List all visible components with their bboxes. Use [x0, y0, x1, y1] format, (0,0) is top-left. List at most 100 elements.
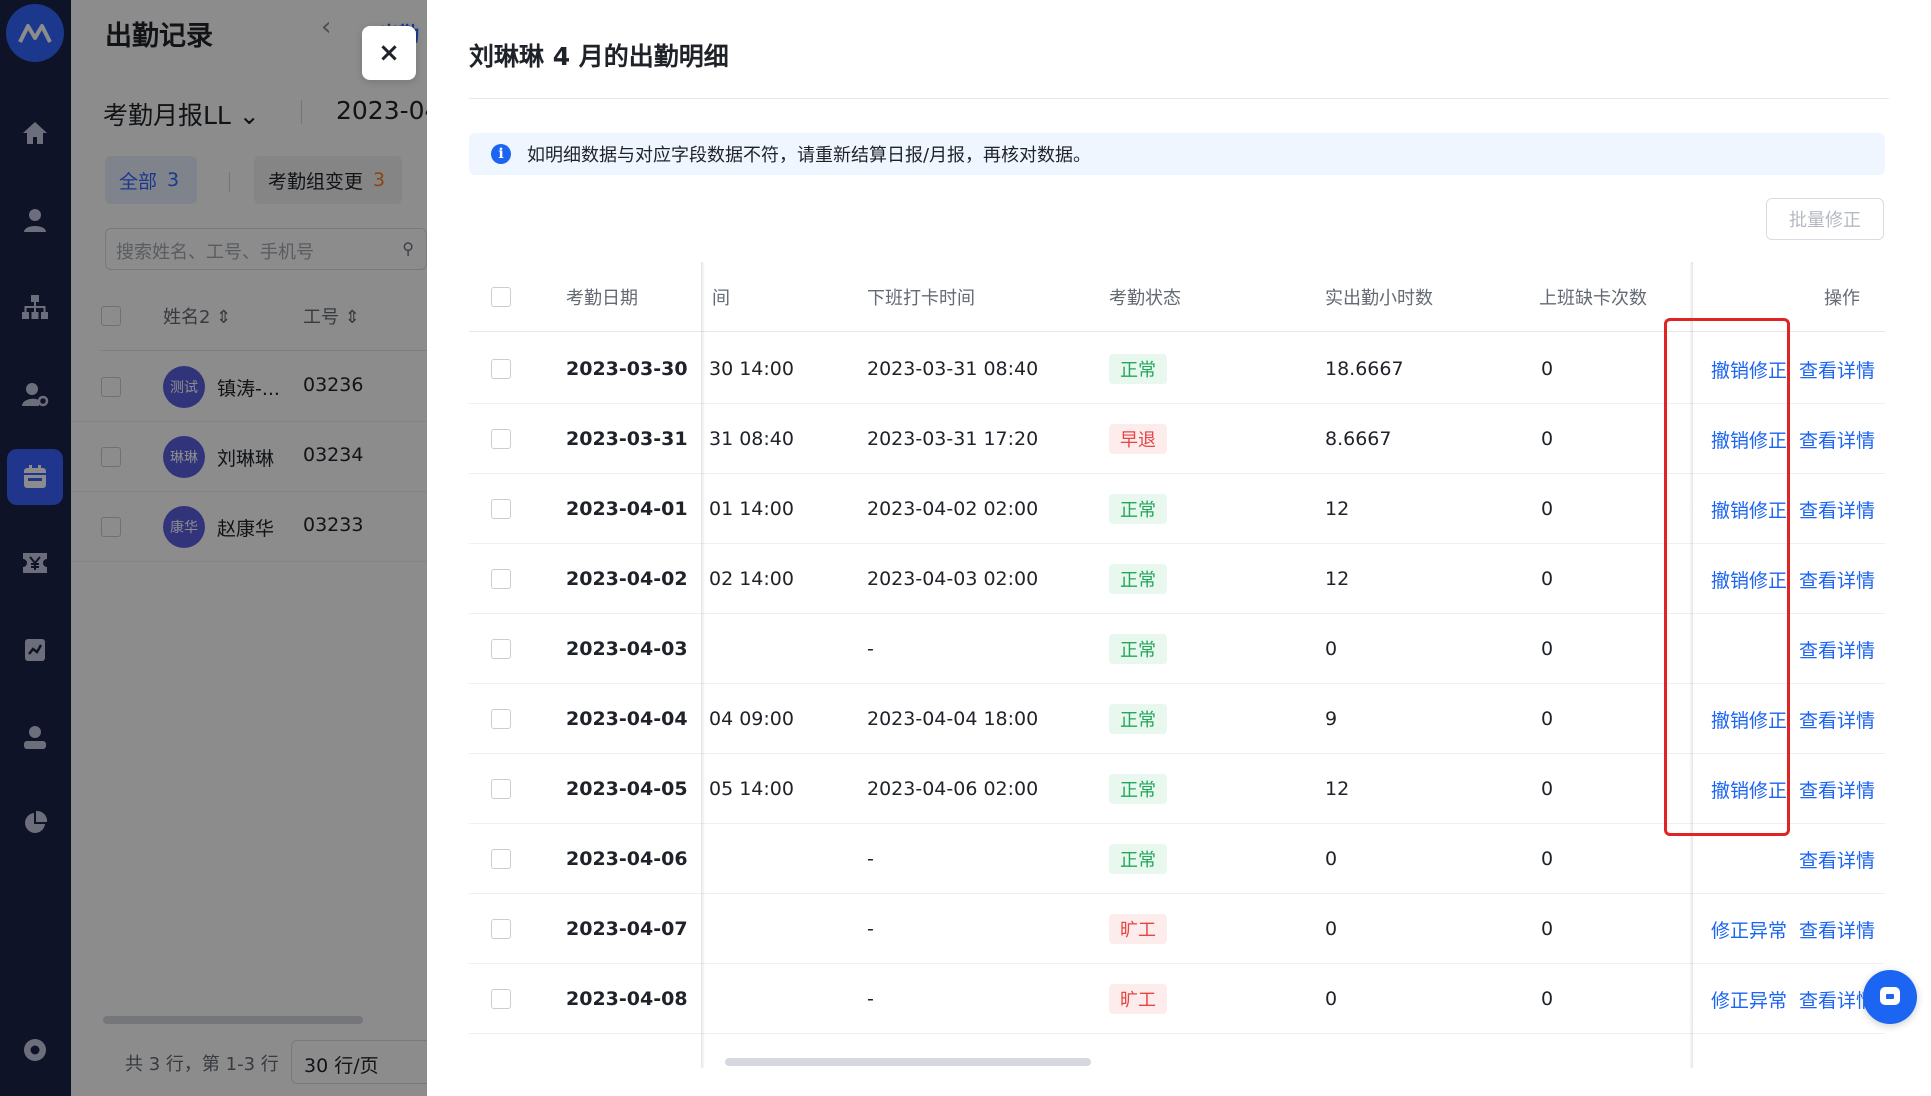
view-details-link[interactable]: 查看详情: [1799, 824, 1875, 894]
chat-button[interactable]: [1863, 970, 1917, 1024]
info-icon: i: [491, 144, 511, 164]
actual-hours: 0: [1325, 848, 1338, 870]
close-button[interactable]: ×: [362, 26, 416, 80]
column-header-date: 考勤日期: [566, 288, 638, 309]
status-badge: 正常: [1109, 704, 1167, 734]
column-header-clock-in: 间: [712, 288, 730, 309]
clock-out-time: -: [867, 848, 874, 870]
actual-hours: 12: [1325, 778, 1350, 800]
clock-out-time: 2023-04-04 18:00: [867, 708, 1039, 730]
attendance-date: 2023-04-02: [566, 568, 688, 590]
select-all-checkbox[interactable]: [491, 287, 511, 307]
column-header-clock-out: 下班打卡时间: [867, 288, 975, 309]
row-checkbox[interactable]: [491, 639, 511, 659]
missing-punch-count: 0: [1541, 638, 1554, 660]
status-badge: 早退: [1109, 424, 1167, 454]
clock-out-time: 2023-04-03 02:00: [867, 568, 1039, 590]
clock-out-time: 2023-04-02 02:00: [867, 498, 1039, 520]
row-checkbox[interactable]: [491, 919, 511, 939]
modal-overlay[interactable]: [0, 0, 431, 1096]
column-header-actions: 操作: [1824, 288, 1860, 309]
actual-hours: 0: [1325, 988, 1338, 1010]
clock-out-time: -: [867, 638, 874, 660]
row-checkbox[interactable]: [491, 429, 511, 449]
actual-hours: 18.6667: [1325, 358, 1404, 380]
actual-hours: 8.6667: [1325, 428, 1392, 450]
batch-correct-button[interactable]: 批量修正: [1766, 198, 1884, 240]
column-header-hours: 实出勤小时数: [1325, 288, 1433, 309]
missing-punch-count: 0: [1541, 428, 1554, 450]
attendance-date: 2023-04-08: [566, 988, 688, 1010]
clock-out-time: 2023-04-06 02:00: [867, 778, 1039, 800]
row-checkbox[interactable]: [491, 709, 511, 729]
view-details-link[interactable]: 查看详情: [1799, 544, 1875, 614]
chat-icon: [1880, 987, 1900, 1005]
status-badge: 正常: [1109, 634, 1167, 664]
attendance-date: 2023-04-05: [566, 778, 688, 800]
clock-in-time: 04 09:00: [709, 708, 794, 730]
attendance-date: 2023-04-03: [566, 638, 688, 660]
status-badge: 正常: [1109, 844, 1167, 874]
row-checkbox[interactable]: [491, 569, 511, 589]
column-header-status: 考勤状态: [1109, 288, 1181, 309]
missing-punch-count: 0: [1541, 708, 1554, 730]
missing-punch-count: 0: [1541, 988, 1554, 1010]
status-badge: 正常: [1109, 354, 1167, 384]
info-notice: i 如明细数据与对应字段数据不符，请重新结算日报/月报，再核对数据。: [469, 133, 1885, 175]
attendance-date: 2023-04-04: [566, 708, 688, 730]
horizontal-scrollbar[interactable]: [725, 1058, 1091, 1066]
missing-punch-count: 0: [1541, 848, 1554, 870]
attendance-date: 2023-03-31: [566, 428, 688, 450]
actual-hours: 12: [1325, 498, 1350, 520]
actual-hours: 9: [1325, 708, 1338, 730]
clock-in-time: 05 14:00: [709, 778, 794, 800]
table-row[interactable]: 2023-04-07 - 旷工 0 0 修正异常 查看详情: [469, 894, 1885, 964]
clock-out-time: 2023-03-31 17:20: [867, 428, 1039, 450]
row-checkbox[interactable]: [491, 989, 511, 1009]
view-details-link[interactable]: 查看详情: [1799, 754, 1875, 824]
clock-out-time: -: [867, 988, 874, 1010]
attendance-date: 2023-04-06: [566, 848, 688, 870]
clock-in-time: 02 14:00: [709, 568, 794, 590]
actual-hours: 0: [1325, 638, 1338, 660]
clock-out-time: 2023-03-31 08:40: [867, 358, 1039, 380]
row-checkbox[interactable]: [491, 849, 511, 869]
row-checkbox[interactable]: [491, 359, 511, 379]
missing-punch-count: 0: [1541, 358, 1554, 380]
view-details-link[interactable]: 查看详情: [1799, 334, 1875, 404]
view-details-link[interactable]: 查看详情: [1799, 614, 1875, 684]
missing-punch-count: 0: [1541, 918, 1554, 940]
clock-in-time: 01 14:00: [709, 498, 794, 520]
clock-in-time: 31 08:40: [709, 428, 794, 450]
clock-out-time: -: [867, 918, 874, 940]
actual-hours: 12: [1325, 568, 1350, 590]
attendance-date: 2023-03-30: [566, 358, 688, 380]
correct-exception-link[interactable]: 修正异常: [1711, 964, 1787, 1034]
correct-exception-link[interactable]: 修正异常: [1711, 894, 1787, 964]
attendance-date: 2023-04-07: [566, 918, 688, 940]
actual-hours: 0: [1325, 918, 1338, 940]
missing-punch-count: 0: [1541, 498, 1554, 520]
notice-text: 如明细数据与对应字段数据不符，请重新结算日报/月报，再核对数据。: [527, 145, 1092, 166]
view-details-link[interactable]: 查看详情: [1799, 684, 1875, 754]
column-header-missing-punch: 上班缺卡次数: [1539, 288, 1647, 309]
view-details-link[interactable]: 查看详情: [1799, 404, 1875, 474]
table-row[interactable]: 2023-04-08- 旷工 0 0 修正异常 查看详情: [469, 964, 1885, 1034]
close-icon: ×: [378, 38, 400, 68]
fixed-column-shadow: [701, 262, 705, 1068]
missing-punch-count: 0: [1541, 568, 1554, 590]
row-checkbox[interactable]: [491, 779, 511, 799]
clock-in-time: 30 14:00: [709, 358, 794, 380]
status-badge: 旷工: [1109, 914, 1167, 944]
highlight-box: [1664, 318, 1790, 836]
divider: [469, 98, 1889, 99]
missing-punch-count: 0: [1541, 778, 1554, 800]
status-badge: 正常: [1109, 494, 1167, 524]
drawer-title: 刘琳琳 4 月的出勤明细: [469, 42, 729, 71]
view-details-link[interactable]: 查看详情: [1799, 894, 1875, 964]
view-details-link[interactable]: 查看详情: [1799, 474, 1875, 544]
status-badge: 旷工: [1109, 984, 1167, 1014]
status-badge: 正常: [1109, 774, 1167, 804]
row-checkbox[interactable]: [491, 499, 511, 519]
status-badge: 正常: [1109, 564, 1167, 594]
